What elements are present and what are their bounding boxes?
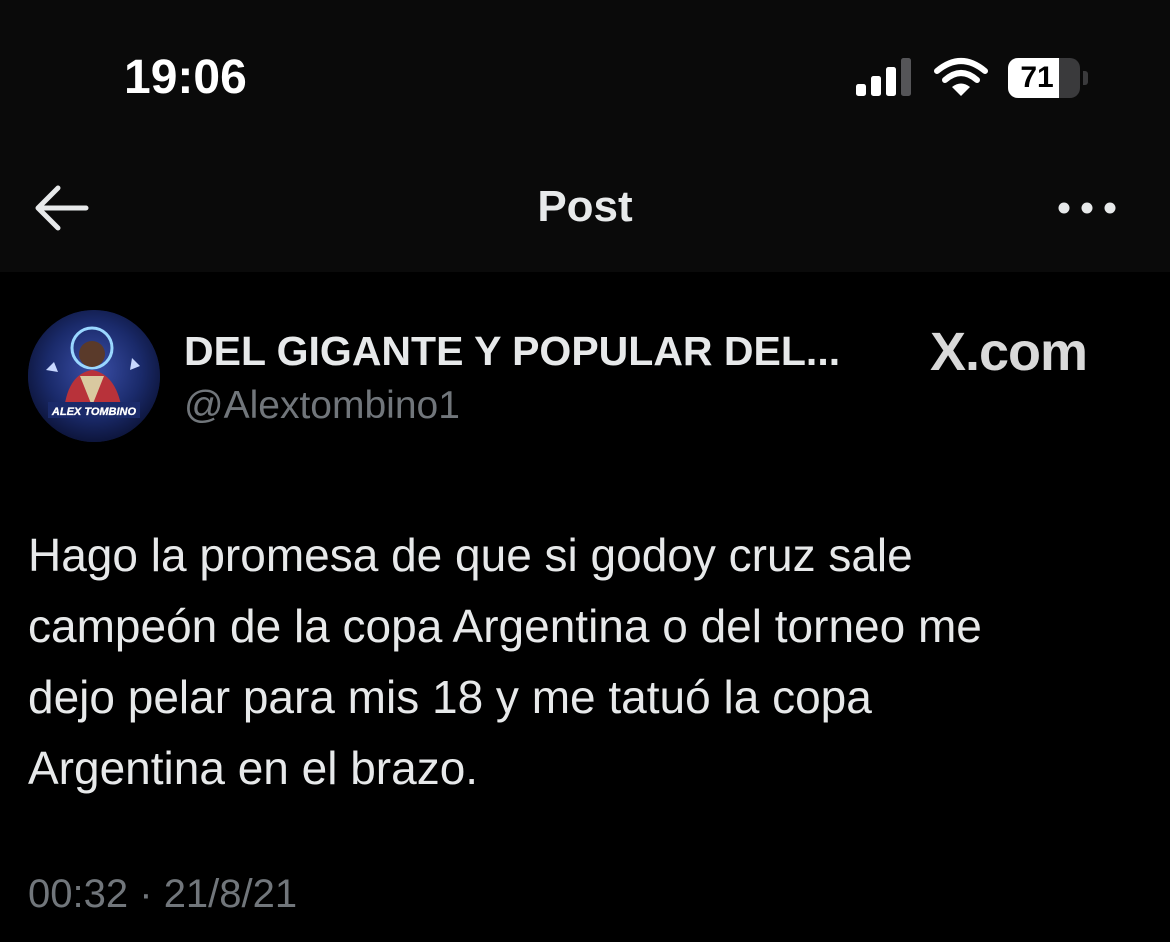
- avatar-image: ALEX TOMBINO: [28, 310, 160, 442]
- author-display-name[interactable]: DEL GIGANTE Y POPULAR DEL...: [184, 328, 884, 375]
- x-com-watermark: X.com: [930, 322, 1088, 382]
- post-text: Hago la promesa de que si godoy cruz sal…: [28, 529, 982, 794]
- battery-tip: [1083, 71, 1088, 85]
- cellular-signal-icon: [856, 58, 911, 96]
- watermark-text: X.com: [930, 322, 1088, 382]
- avatar[interactable]: ALEX TOMBINO: [28, 310, 160, 442]
- avatar-label: ALEX TOMBINO: [51, 406, 137, 418]
- status-time: 19:06: [124, 51, 247, 104]
- post-timestamp: 00:32 · 21/8/21: [28, 872, 297, 917]
- post-date: 21/8/21: [163, 872, 298, 916]
- post-time: 00:32: [28, 872, 129, 916]
- more-horizontal-icon[interactable]: [1050, 186, 1124, 230]
- battery-body: 71: [1008, 58, 1080, 98]
- meta-separator: ·: [139, 872, 153, 916]
- page-title: Post: [537, 182, 633, 231]
- battery-level: 71: [1020, 61, 1054, 94]
- author-handle[interactable]: @Alextombino1: [184, 384, 460, 428]
- battery-indicator: 71: [1008, 58, 1088, 98]
- wifi-icon: [934, 58, 988, 96]
